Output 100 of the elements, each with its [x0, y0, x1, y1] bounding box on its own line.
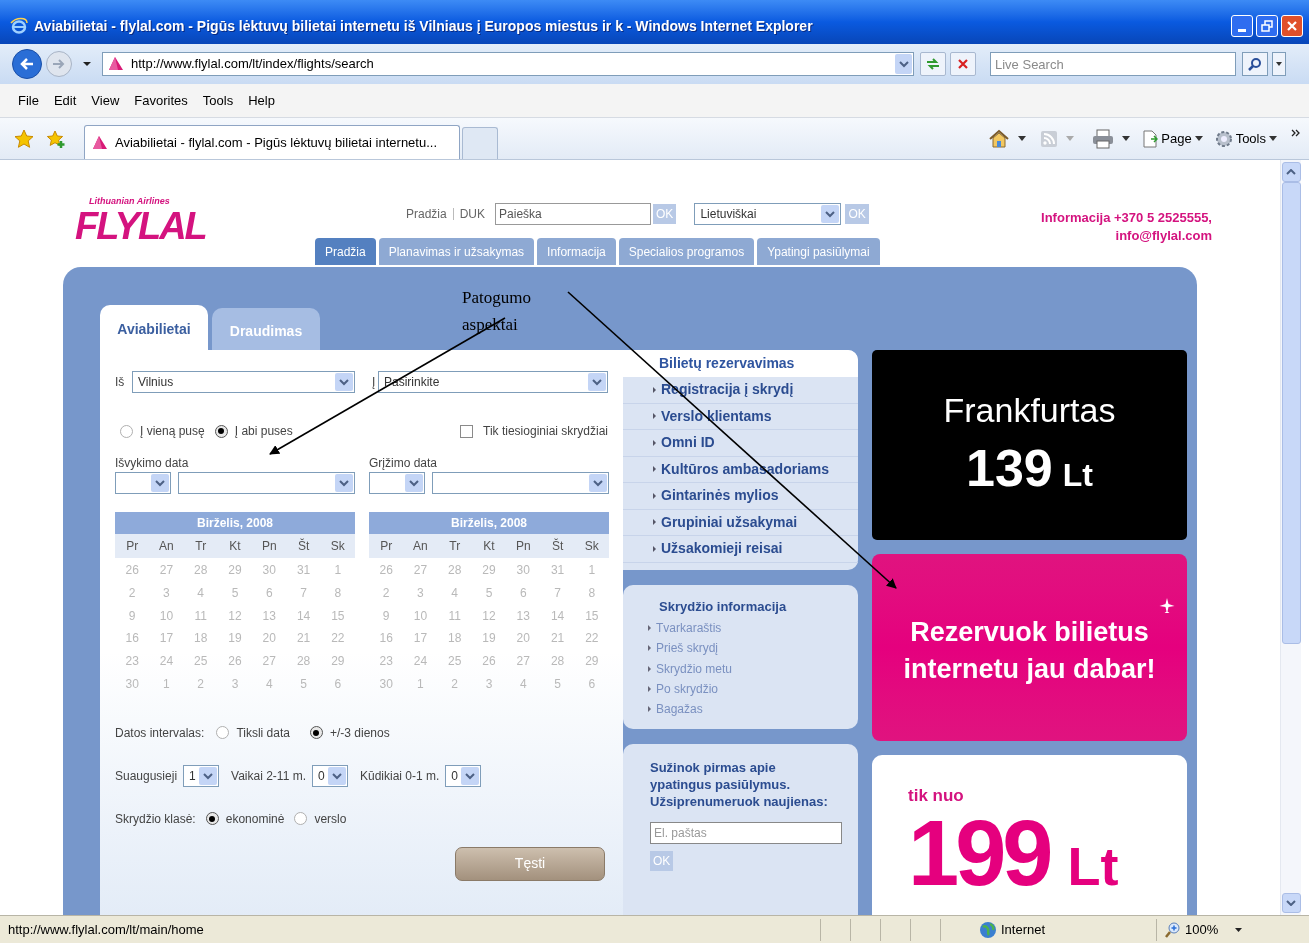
calendar-day[interactable]: 18 — [183, 627, 218, 651]
caret-down-icon[interactable] — [1122, 136, 1131, 141]
radio-button[interactable] — [120, 424, 133, 438]
chevron-down-icon[interactable] — [405, 474, 423, 492]
info-link[interactable]: Prieš skrydį — [648, 638, 858, 659]
restore-button[interactable] — [1256, 15, 1278, 37]
calendar-day[interactable]: 28 — [540, 650, 575, 673]
calendar-day[interactable]: 2 — [369, 581, 404, 605]
calendar-day[interactable]: 16 — [369, 627, 404, 651]
calendar-day[interactable]: 2 — [437, 673, 472, 696]
info-link[interactable]: Bagažas — [648, 699, 858, 720]
zoom-button[interactable]: 100% — [1156, 918, 1250, 941]
toolbar-button[interactable]: Tools — [1214, 128, 1277, 149]
menu-item[interactable]: Užsakomieji reisai — [623, 536, 858, 563]
calendar-day[interactable]: 4 — [437, 581, 472, 605]
calendar-day[interactable]: 31 — [286, 559, 321, 582]
calendar-day[interactable]: 6 — [506, 581, 541, 605]
calendar-day[interactable]: 15 — [320, 604, 355, 628]
search-options-button[interactable] — [1272, 52, 1286, 76]
caret-down-icon[interactable] — [82, 61, 92, 67]
chevron-down-icon[interactable] — [821, 205, 840, 223]
calendar-day[interactable]: 5 — [540, 673, 575, 696]
calendar-day[interactable]: 1 — [149, 673, 184, 696]
calendar-day[interactable]: 26 — [369, 559, 404, 582]
calendar-day[interactable]: 30 — [506, 559, 541, 582]
search-field[interactable]: Paieška — [495, 203, 652, 225]
dropdown[interactable] — [369, 472, 425, 494]
calendar-day[interactable]: 27 — [506, 650, 541, 673]
calendar-day[interactable]: 22 — [574, 627, 609, 651]
calendar-day[interactable]: 27 — [252, 650, 287, 673]
dropdown[interactable] — [178, 472, 355, 494]
dropdown[interactable]: 1 — [183, 764, 220, 787]
chevron-down-icon[interactable] — [588, 373, 606, 391]
print-icon[interactable] — [1092, 128, 1115, 149]
calendar-day[interactable]: 14 — [286, 604, 321, 628]
calendar-day[interactable]: 1 — [403, 673, 438, 696]
info-link[interactable]: Po skrydžio — [648, 678, 858, 700]
promo-card[interactable]: tik nuo 199 Lt — [872, 755, 1187, 915]
ok-button[interactable]: OK — [653, 204, 677, 224]
calendar-day[interactable]: 23 — [369, 650, 404, 673]
calendar-day[interactable]: 4 — [252, 673, 287, 696]
minimize-button[interactable] — [1231, 15, 1253, 37]
calendar-day[interactable]: 17 — [149, 627, 184, 651]
info-link[interactable]: Skrydžio metu — [648, 658, 858, 679]
calendar-day[interactable]: 27 — [149, 559, 184, 582]
calendar-day[interactable]: 5 — [286, 673, 321, 696]
menu-item[interactable]: View — [85, 90, 126, 111]
calendar-day[interactable]: 5 — [471, 581, 507, 605]
promo-banner[interactable]: Rezervuok bilietus internetu jau dabar! — [872, 554, 1187, 741]
calendar-day[interactable]: 1 — [574, 559, 609, 582]
calendar-day[interactable]: 14 — [540, 604, 575, 628]
toolbar-button[interactable]: Page — [1142, 128, 1203, 149]
menu-item[interactable]: Verslo klientams — [623, 403, 858, 430]
ok-button[interactable]: OK — [845, 204, 869, 224]
chevron-down-icon[interactable] — [199, 766, 218, 785]
calendar-day[interactable]: 26 — [217, 650, 253, 673]
chevron-down-icon[interactable] — [335, 373, 353, 391]
chevron-down-icon[interactable] — [895, 54, 912, 74]
logo[interactable]: Lithuanian Airlines FLYLAL — [75, 196, 251, 248]
menu-item[interactable]: Favorites — [128, 90, 194, 111]
calendar-day[interactable]: 20 — [506, 627, 541, 651]
calendar-day[interactable]: 29 — [320, 650, 355, 673]
calendar-day[interactable]: 11 — [183, 604, 218, 628]
calendar-day[interactable]: 22 — [320, 627, 355, 651]
ok-button[interactable]: OK — [650, 851, 674, 872]
chevron-down-icon[interactable] — [327, 766, 346, 785]
calendar-day[interactable]: 29 — [471, 559, 507, 582]
calendar-day[interactable]: 16 — [115, 627, 150, 651]
scrollbar[interactable] — [1280, 160, 1301, 915]
browser-tab[interactable]: Aviabilietai - flylal.com - Pigūs lėktuvų bilietai internetu... — [84, 125, 460, 159]
calendar-day[interactable]: 2 — [115, 581, 150, 605]
add-favorite-icon[interactable] — [46, 128, 66, 149]
menu-item[interactable]: Help — [242, 90, 281, 111]
scroll-down-button[interactable] — [1281, 893, 1301, 913]
calendar-day[interactable]: 6 — [320, 673, 355, 696]
nav-tab[interactable]: Ypatingi pasiūlymai — [757, 238, 880, 265]
menu-item[interactable]: Edit — [47, 90, 83, 111]
scrollbar-thumb[interactable] — [1281, 182, 1301, 644]
stop-button[interactable] — [950, 52, 976, 76]
calendar-day[interactable]: 11 — [437, 604, 472, 628]
calendar-day[interactable]: 26 — [471, 650, 507, 673]
form-tab[interactable]: Aviabilietai — [100, 305, 208, 350]
calendar-day[interactable]: 15 — [574, 604, 609, 628]
menu-item[interactable]: Gintarinės mylios — [623, 483, 858, 510]
calendar-day[interactable]: 10 — [149, 604, 184, 628]
calendar-day[interactable]: 4 — [506, 673, 541, 696]
calendar-day[interactable]: 2 — [183, 673, 218, 696]
chevron-down-icon[interactable] — [335, 474, 353, 492]
calendar-day[interactable]: 7 — [286, 581, 321, 605]
calendar-day[interactable]: 13 — [506, 604, 541, 628]
dropdown[interactable]: 0 — [445, 764, 482, 787]
menu-item[interactable]: Tools — [196, 90, 240, 111]
address-field[interactable]: http://www.flylal.com/lt/index/flights/search — [102, 52, 914, 76]
calendar-day[interactable]: 9 — [115, 604, 150, 628]
calendar-day[interactable]: 7 — [540, 581, 575, 605]
search-field[interactable]: Live Search — [990, 52, 1236, 76]
close-button[interactable] — [1281, 15, 1303, 37]
calendar-day[interactable]: 25 — [183, 650, 218, 673]
calendar-day[interactable]: 17 — [403, 627, 438, 651]
chevron-down-icon[interactable] — [461, 766, 480, 785]
